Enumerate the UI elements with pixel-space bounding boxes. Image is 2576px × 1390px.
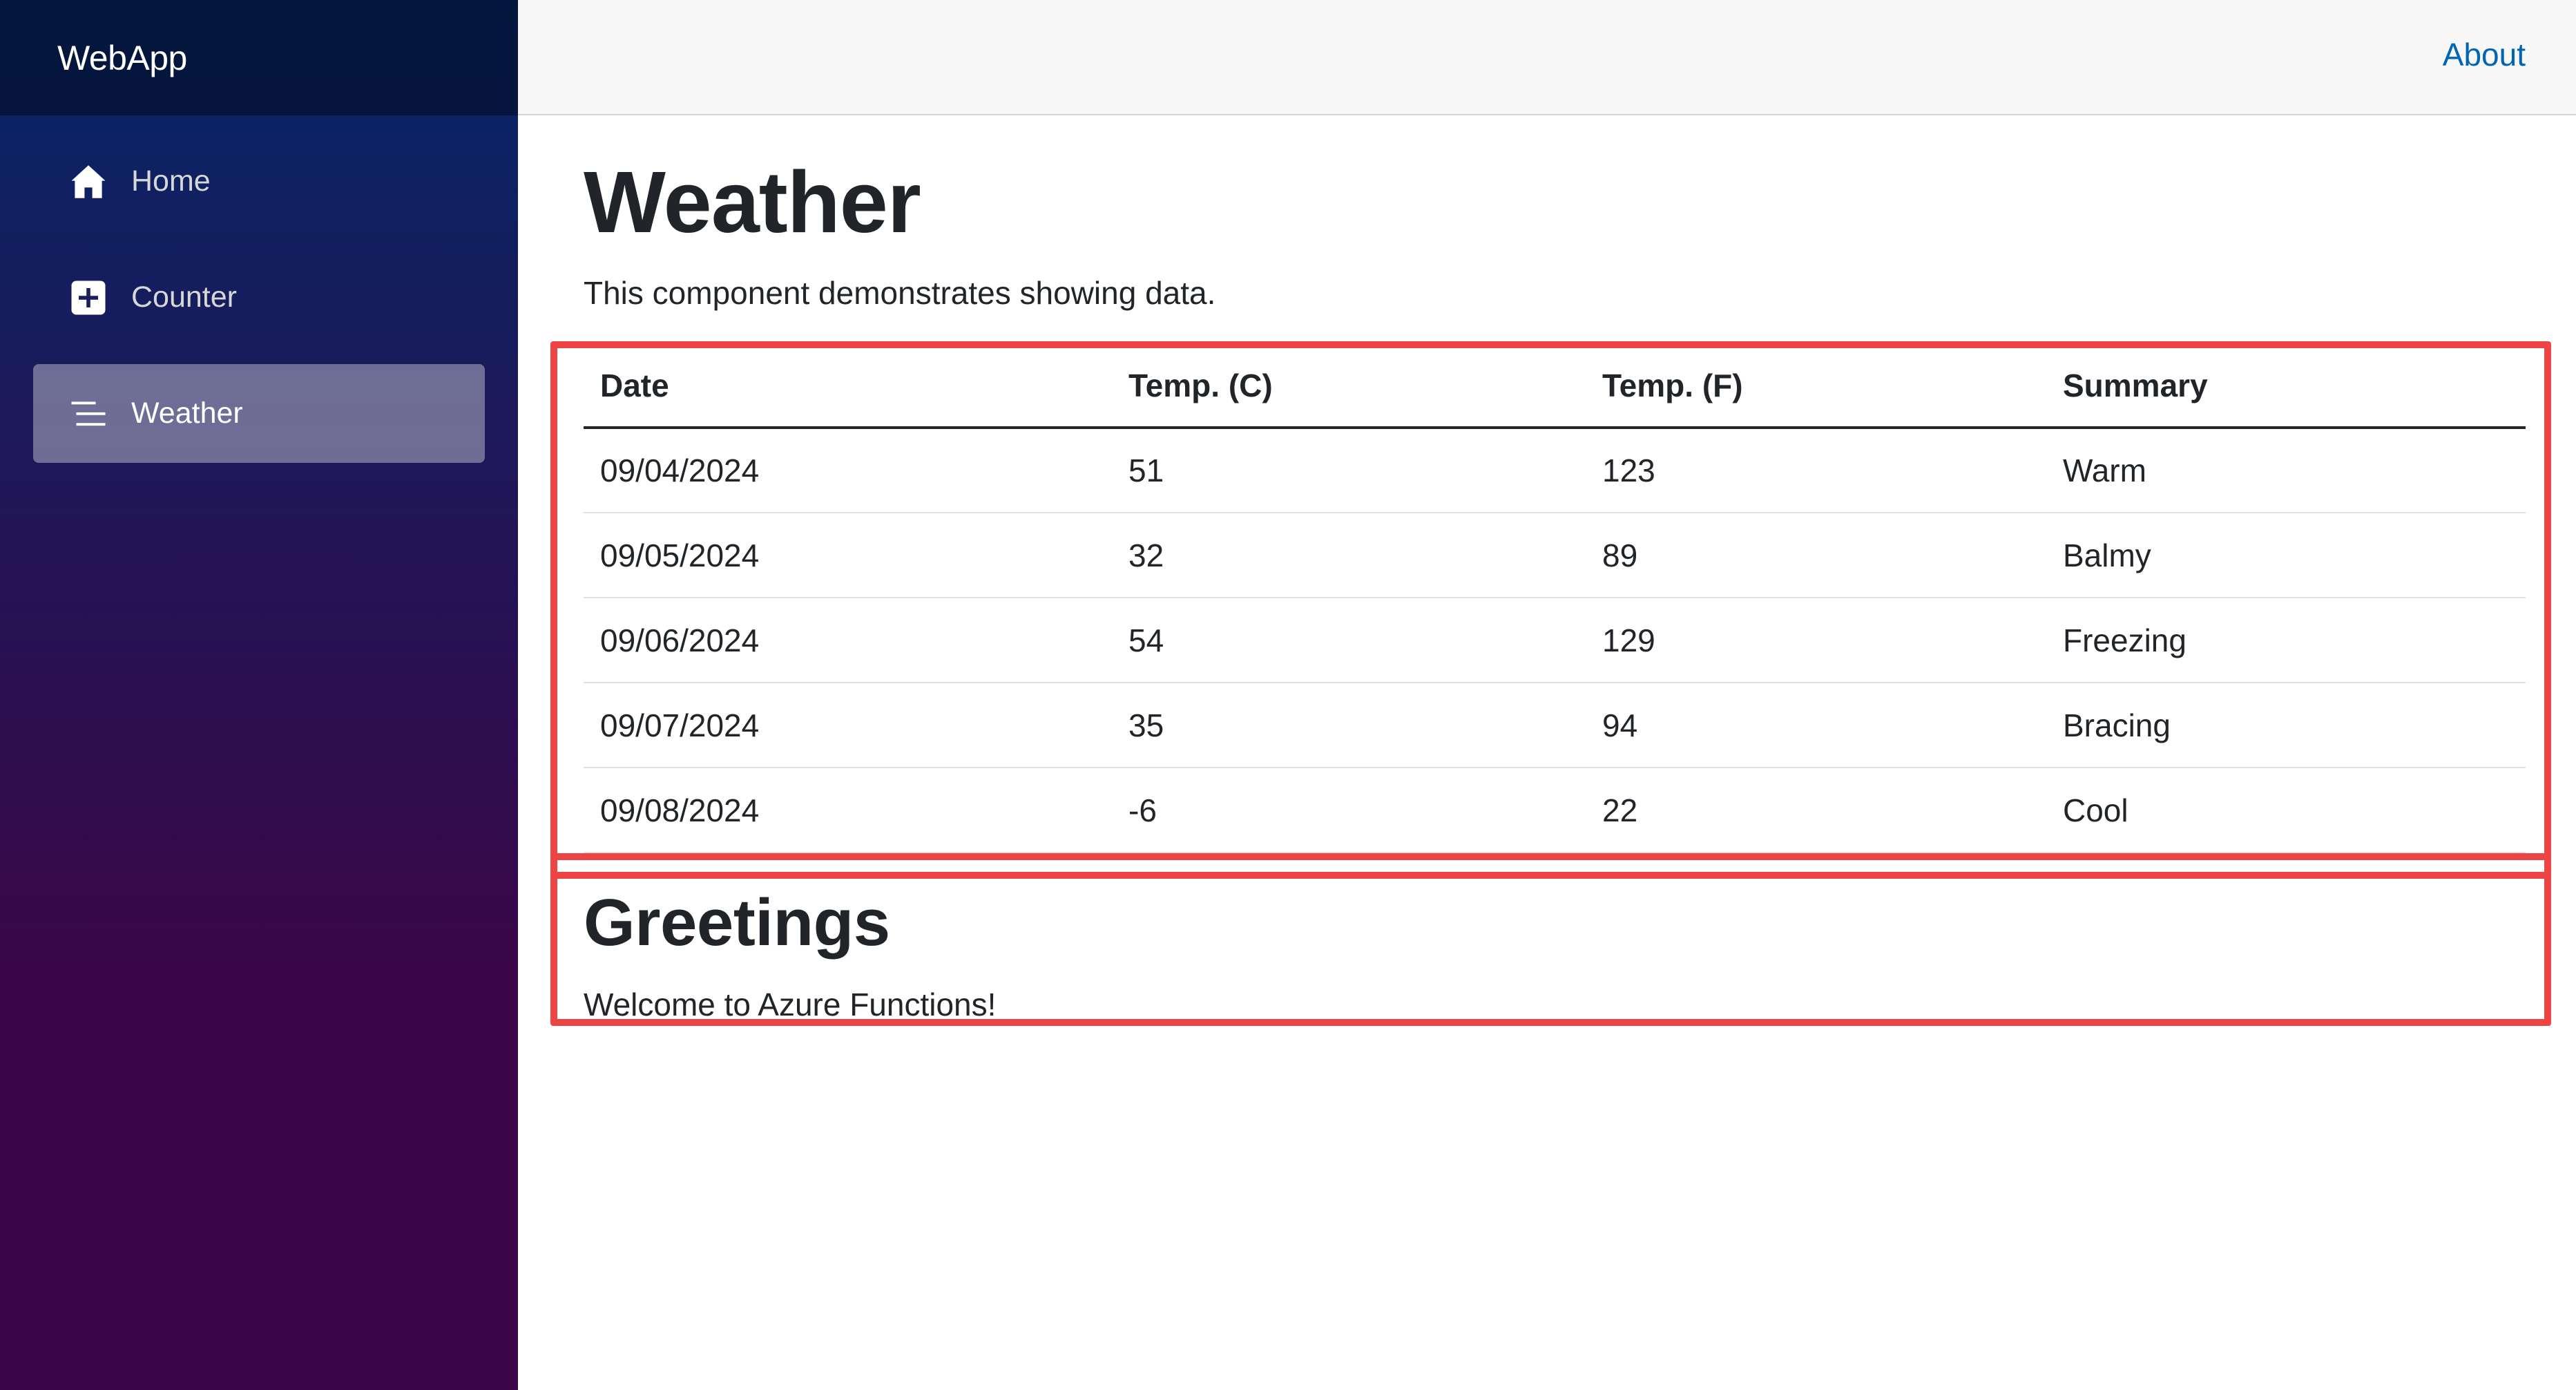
greetings-title: Greetings: [584, 886, 890, 960]
sidebar-item-weather[interactable]: Weather: [33, 364, 485, 463]
sidebar: WebApp Home Counter Weather: [0, 0, 518, 1390]
column-header-temp-c: Temp. (C): [1112, 345, 1586, 430]
table-row: 09/05/2024 32 89 Balmy: [584, 513, 2526, 599]
cell-summary: Cool: [2046, 768, 2526, 854]
table-row: 09/08/2024 -6 22 Cool: [584, 768, 2526, 854]
sidebar-item-label: Counter: [131, 280, 237, 314]
table-row: 09/07/2024 35 94 Bracing: [584, 683, 2526, 769]
cell-temp-f: 89: [1586, 513, 2046, 599]
top-row: About: [518, 0, 2576, 115]
cell-date: 09/05/2024: [584, 513, 1112, 599]
cell-summary: Warm: [2046, 428, 2526, 514]
weather-table: Date Temp. (C) Temp. (F) Summary 09/04/2…: [584, 345, 2526, 854]
cell-date: 09/04/2024: [584, 428, 1112, 514]
table-row: 09/06/2024 54 129 Freezing: [584, 598, 2526, 684]
home-icon: [68, 161, 109, 202]
sidebar-nav: Home Counter Weather: [0, 115, 518, 463]
column-header-temp-f: Temp. (F): [1586, 345, 2046, 430]
sidebar-item-counter[interactable]: Counter: [33, 248, 485, 347]
sidebar-item-label: Weather: [131, 397, 243, 430]
greetings-section: Greetings Welcome to Azure Functions!: [550, 853, 2551, 1027]
cell-date: 09/06/2024: [584, 598, 1112, 684]
cell-summary: Balmy: [2046, 513, 2526, 599]
cell-temp-c: 51: [1112, 428, 1586, 514]
plus-square-icon: [68, 277, 109, 318]
cell-temp-f: 94: [1586, 683, 2046, 769]
column-header-summary: Summary: [2046, 345, 2526, 430]
cell-summary: Bracing: [2046, 683, 2526, 769]
cell-date: 09/08/2024: [584, 768, 1112, 854]
page-title: Weather: [584, 153, 921, 251]
cell-date: 09/07/2024: [584, 683, 1112, 769]
cell-temp-c: 32: [1112, 513, 1586, 599]
page-subtitle: This component demonstrates showing data…: [584, 275, 1216, 312]
sidebar-item-label: Home: [131, 164, 211, 198]
about-link[interactable]: About: [2443, 36, 2526, 73]
cell-temp-f: 123: [1586, 428, 2046, 514]
column-header-date: Date: [584, 345, 1112, 430]
cell-temp-c: 35: [1112, 683, 1586, 769]
weather-table-section: Date Temp. (C) Temp. (F) Summary 09/04/2…: [550, 341, 2551, 879]
greetings-message: Welcome to Azure Functions!: [584, 986, 997, 1022]
list-icon: [68, 393, 109, 435]
main-content: Weather This component demonstrates show…: [550, 115, 2551, 1027]
table-row: 09/04/2024 51 123 Warm: [584, 428, 2526, 514]
cell-summary: Freezing: [2046, 598, 2526, 684]
sidebar-item-home[interactable]: Home: [33, 132, 485, 231]
brand-bar: WebApp: [0, 0, 518, 115]
table-header-row: Date Temp. (C) Temp. (F) Summary: [584, 345, 2526, 430]
app-brand[interactable]: WebApp: [57, 38, 187, 78]
cell-temp-c: -6: [1112, 768, 1586, 854]
cell-temp-f: 22: [1586, 768, 2046, 854]
cell-temp-c: 54: [1112, 598, 1586, 684]
cell-temp-f: 129: [1586, 598, 2046, 684]
